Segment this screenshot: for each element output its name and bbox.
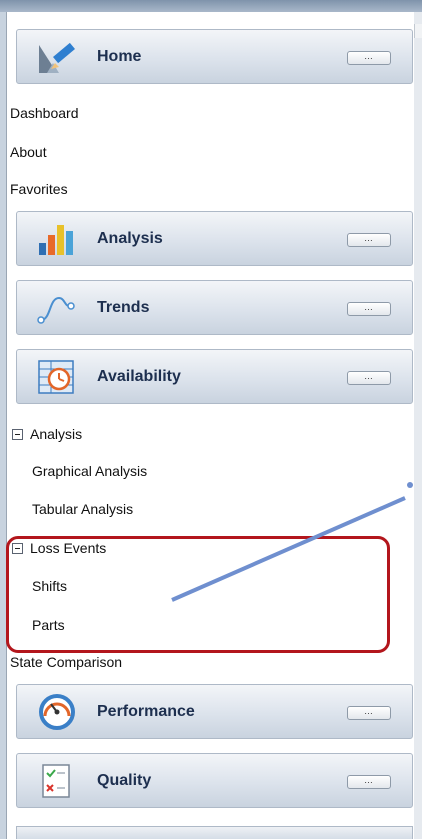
home-more-button[interactable]: … bbox=[347, 51, 391, 65]
nav-header-trends[interactable]: Trends … bbox=[16, 280, 413, 335]
nav-header-performance[interactable]: Performance … bbox=[16, 684, 413, 739]
window-top-bar bbox=[0, 0, 422, 12]
nav-item-about[interactable]: About bbox=[10, 144, 47, 160]
performance-more-button[interactable]: … bbox=[347, 706, 391, 720]
tree-item-graphical-analysis[interactable]: Graphical Analysis bbox=[32, 463, 147, 479]
nav-header-quality-label: Quality bbox=[97, 772, 152, 789]
tree-item-state-comparison[interactable]: State Comparison bbox=[10, 654, 122, 670]
tree-item-tabular-analysis[interactable]: Tabular Analysis bbox=[32, 501, 133, 517]
nav-item-dashboard[interactable]: Dashboard bbox=[10, 105, 79, 121]
highlight-box bbox=[6, 536, 390, 653]
nav-header-next-partial[interactable] bbox=[16, 826, 413, 839]
analysis-more-button[interactable]: … bbox=[347, 233, 391, 247]
quality-more-button[interactable]: … bbox=[347, 775, 391, 789]
trend-curve-icon bbox=[37, 290, 77, 326]
nav-header-analysis[interactable]: Analysis … bbox=[16, 211, 413, 266]
gauge-icon bbox=[37, 694, 77, 730]
nav-item-favorites[interactable]: Favorites bbox=[10, 181, 68, 197]
nav-header-performance-label: Performance bbox=[97, 703, 195, 720]
scrollbar-up-button[interactable] bbox=[414, 24, 422, 38]
tree-group-analysis[interactable]: Analysis bbox=[30, 426, 82, 442]
bar-chart-icon bbox=[37, 221, 77, 257]
collapse-analysis-icon[interactable] bbox=[12, 429, 23, 440]
clock-table-icon bbox=[37, 359, 77, 395]
nav-header-home[interactable]: Home … bbox=[16, 29, 413, 84]
nav-header-trends-label: Trends bbox=[97, 299, 150, 316]
nav-header-analysis-label: Analysis bbox=[97, 230, 163, 247]
nav-header-availability-label: Availability bbox=[97, 368, 181, 385]
nav-header-availability[interactable]: Availability … bbox=[16, 349, 413, 404]
availability-more-button[interactable]: … bbox=[347, 371, 391, 385]
trends-more-button[interactable]: … bbox=[347, 302, 391, 316]
scrollbar-track[interactable] bbox=[414, 12, 422, 839]
home-pencil-icon bbox=[37, 39, 77, 75]
checklist-icon bbox=[37, 763, 77, 799]
nav-header-home-label: Home bbox=[97, 48, 142, 65]
nav-header-quality[interactable]: Quality … bbox=[16, 753, 413, 808]
